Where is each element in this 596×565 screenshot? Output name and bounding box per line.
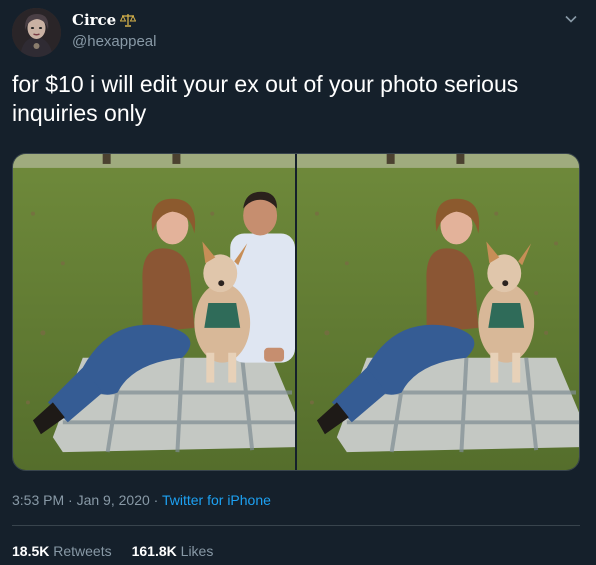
- scales-icon: [119, 13, 137, 27]
- retweets-stat[interactable]: 18.5K Retweets: [12, 543, 112, 559]
- likes-count: 161.8K: [131, 543, 177, 559]
- couple-with-dog-photo[interactable]: [13, 154, 295, 470]
- woman-with-dog-photo[interactable]: [297, 154, 579, 470]
- tweet: Circe @hexappeal for $10 i will edit you…: [0, 0, 596, 565]
- timestamp-time[interactable]: 3:53 PM: [12, 492, 64, 508]
- engagement-stats: 18.5K Retweets 161.8K Likes: [12, 543, 213, 559]
- tweet-meta: 3:53 PM · Jan 9, 2020 · Twitter for iPho…: [12, 492, 271, 508]
- chevron-down-icon[interactable]: [564, 12, 578, 26]
- meta-separator: ·: [68, 492, 73, 508]
- likes-label: Likes: [180, 543, 214, 559]
- display-name[interactable]: Circe: [72, 11, 137, 29]
- media-grid: [12, 153, 580, 471]
- avatar[interactable]: [12, 8, 61, 57]
- retweets-count: 18.5K: [12, 543, 50, 559]
- likes-stat[interactable]: 161.8K Likes: [132, 543, 214, 559]
- source-link[interactable]: Twitter for iPhone: [162, 492, 271, 508]
- timestamp-date[interactable]: Jan 9, 2020: [77, 492, 150, 508]
- meta-separator: ·: [153, 492, 159, 508]
- tweet-text: for $10 i will edit your ex out of your …: [12, 71, 519, 126]
- divider: [12, 525, 580, 526]
- retweets-label: Retweets: [53, 543, 112, 559]
- handle[interactable]: @hexappeal: [72, 33, 156, 50]
- display-name-text: Circe: [72, 11, 117, 29]
